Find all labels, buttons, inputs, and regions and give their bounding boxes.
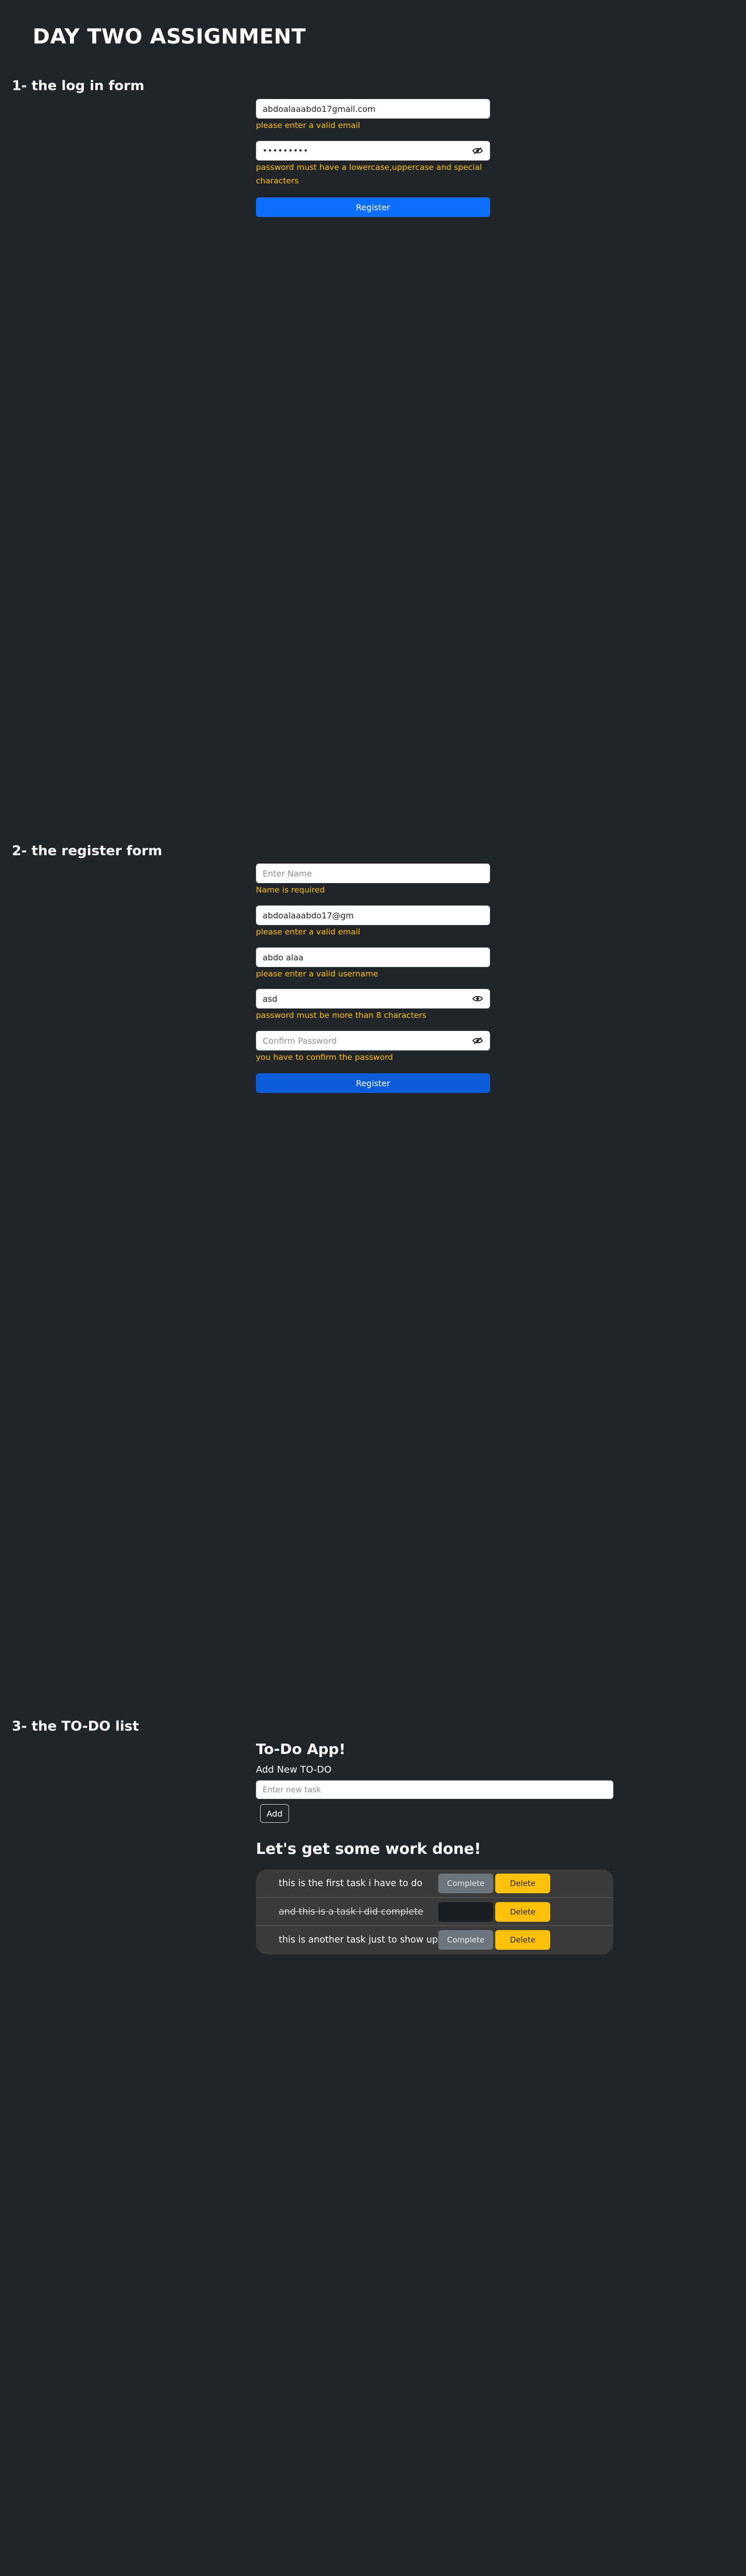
- new-task-placeholder: Enter new task: [263, 1785, 321, 1794]
- new-task-input[interactable]: Enter new task: [256, 1780, 613, 1799]
- register-email-error: please enter a valid email: [256, 927, 361, 937]
- delete-task-button[interactable]: Delete: [495, 1930, 550, 1950]
- task-text: this is another task just to show up: [279, 1935, 438, 1945]
- register-submit-button[interactable]: Register: [256, 1073, 490, 1093]
- register-username-field[interactable]: abdo alaa: [256, 947, 490, 967]
- register-confirm-field[interactable]: Confirm Password: [256, 1031, 490, 1050]
- eye-slash-icon[interactable]: [472, 147, 483, 154]
- login-password-value: •••••••••: [263, 146, 309, 155]
- register-email-field[interactable]: abdoalaaabdo17@gm: [256, 905, 490, 925]
- task-item: this is the first task i have to do Comp…: [256, 1869, 613, 1897]
- complete-task-button[interactable]: Complete: [438, 1874, 493, 1893]
- page-title: DAY TWO ASSIGNMENT: [33, 25, 306, 49]
- login-email-error: please enter a valid email: [256, 121, 361, 130]
- register-email-value: abdoalaaabdo17@gm: [263, 910, 354, 920]
- task-list-title: Let's get some work done!: [256, 1840, 481, 1858]
- todo-app-title: To-Do App!: [256, 1740, 346, 1758]
- complete-task-button[interactable]: Complete: [438, 1902, 493, 1922]
- complete-task-button[interactable]: Complete: [438, 1930, 493, 1950]
- todo-add-label: Add New TO-DO: [256, 1764, 332, 1775]
- task-list: this is the first task i have to do Comp…: [256, 1869, 613, 1954]
- delete-task-button[interactable]: Delete: [495, 1902, 550, 1922]
- register-name-error: Name is required: [256, 885, 325, 895]
- register-section-title: 2- the register form: [12, 843, 163, 859]
- register-name-field[interactable]: Enter Name: [256, 864, 490, 883]
- register-username-value: abdo alaa: [263, 952, 304, 962]
- register-username-error: please enter a valid username: [256, 969, 378, 978]
- register-confirm-error: you have to confirm the password: [256, 1053, 393, 1062]
- task-text-completed: and this is a task i did complete: [279, 1907, 424, 1917]
- eye-slash-icon[interactable]: [472, 1037, 483, 1044]
- register-password-error: password must be more than 8 characters: [256, 1011, 427, 1020]
- register-name-placeholder: Enter Name: [263, 868, 312, 879]
- todo-section-title: 3- the TO-DO list: [12, 1719, 139, 1734]
- login-password-field[interactable]: •••••••••: [256, 141, 490, 161]
- task-item: and this is a task i did complete Comple…: [256, 1897, 613, 1926]
- login-email-field[interactable]: abdoalaaabdo17gmail.com: [256, 99, 490, 119]
- eye-icon[interactable]: [472, 995, 483, 1002]
- delete-task-button[interactable]: Delete: [495, 1874, 550, 1893]
- login-email-value: abdoalaaabdo17gmail.com: [263, 104, 376, 114]
- login-register-button[interactable]: Register: [256, 197, 490, 217]
- login-section-title: 1- the log in form: [12, 78, 145, 94]
- login-password-error: password must have a lowercase,uppercase…: [256, 163, 482, 185]
- task-item: this is another task just to show up Com…: [256, 1925, 613, 1954]
- register-confirm-placeholder: Confirm Password: [263, 1035, 337, 1046]
- task-text: this is the first task i have to do: [279, 1878, 423, 1889]
- add-task-button[interactable]: Add: [260, 1804, 289, 1823]
- register-password-field[interactable]: asd: [256, 989, 490, 1009]
- register-password-value: asd: [263, 994, 278, 1004]
